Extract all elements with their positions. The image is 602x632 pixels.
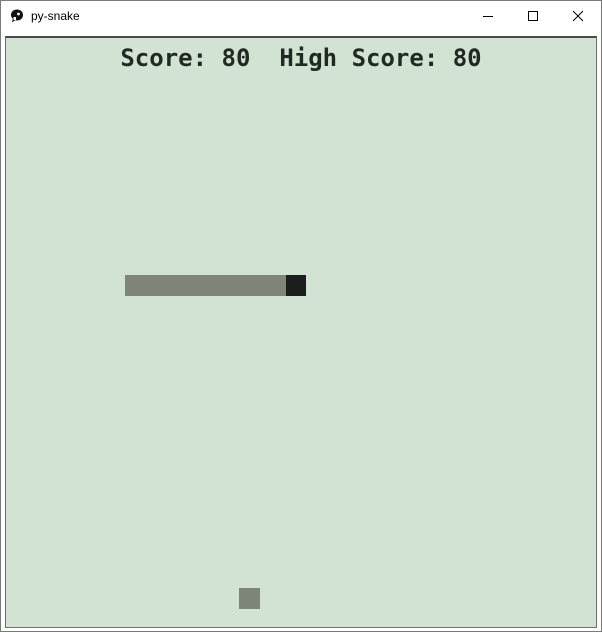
app-icon bbox=[9, 8, 25, 24]
high-score-value: 80 bbox=[452, 44, 482, 72]
snake-body bbox=[125, 275, 287, 296]
food-pellet bbox=[239, 588, 260, 609]
minimize-icon bbox=[483, 16, 493, 17]
close-button[interactable] bbox=[555, 1, 601, 31]
score-label: Score: bbox=[120, 44, 208, 72]
maximize-button[interactable] bbox=[510, 1, 556, 31]
score-value: 80 bbox=[221, 44, 251, 72]
high-score-label: High Score: bbox=[279, 44, 439, 72]
snake-head bbox=[286, 275, 306, 296]
title-bar[interactable]: py-snake bbox=[1, 1, 601, 31]
score-display: Score: 80 High Score: 80 bbox=[6, 44, 596, 72]
close-icon bbox=[572, 10, 584, 22]
window-title: py-snake bbox=[31, 9, 80, 23]
game-window: py-snake Score: 80 High Score: 80 bbox=[0, 0, 602, 632]
game-canvas[interactable]: Score: 80 High Score: 80 bbox=[5, 36, 597, 628]
maximize-icon bbox=[528, 11, 538, 21]
minimize-button[interactable] bbox=[465, 1, 511, 31]
